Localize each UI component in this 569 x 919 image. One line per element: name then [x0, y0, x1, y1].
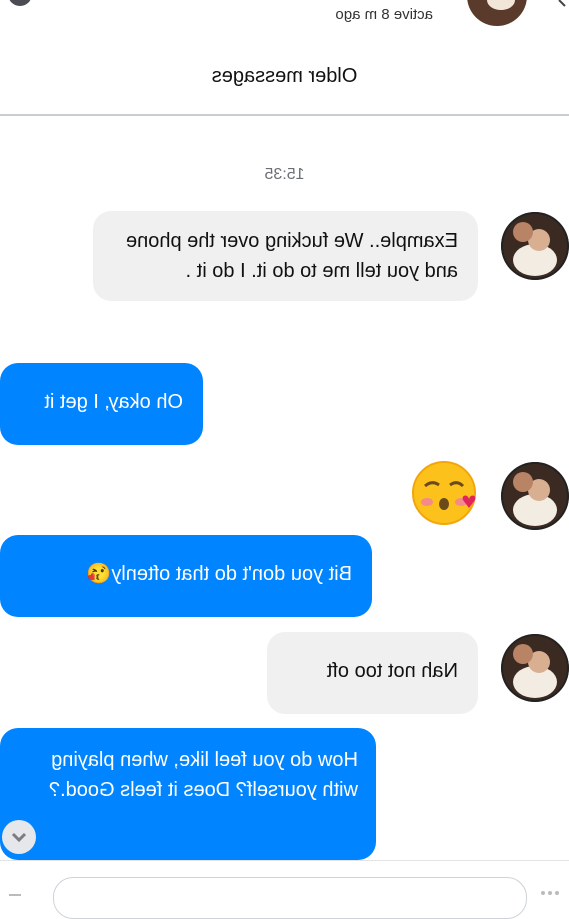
- mirrored-view: active 8 m ago Older messages 15:35 Exam…: [0, 0, 569, 919]
- older-messages-link[interactable]: Older messages: [0, 38, 569, 116]
- sender-avatar[interactable]: [501, 212, 569, 280]
- active-status: active 8 m ago: [335, 6, 433, 23]
- more-options-icon[interactable]: [539, 889, 561, 897]
- message-composer: [0, 860, 569, 919]
- scroll-down-button[interactable]: [2, 820, 36, 854]
- kiss-emoji-icon: [412, 461, 476, 525]
- message-text: Bit you don't do that oftenly😘: [86, 563, 352, 585]
- incoming-message[interactable]: Nah not too oft: [267, 632, 478, 714]
- message-timestamp: 15:35: [264, 166, 305, 183]
- message-text: Nah not too oft: [326, 660, 458, 682]
- incoming-message[interactable]: Example.. We fucking over the phone and …: [93, 211, 478, 301]
- chat-header: active 8 m ago: [0, 0, 569, 39]
- add-icon[interactable]: [7, 891, 23, 899]
- message-input[interactable]: [53, 877, 527, 919]
- outgoing-message[interactable]: Oh okay, I get it: [0, 363, 203, 445]
- outgoing-message[interactable]: Bit you don't do that oftenly😘: [0, 535, 372, 617]
- message-text: How do you feel like, when playing with …: [48, 749, 358, 801]
- gear-icon[interactable]: [5, 0, 35, 14]
- header-avatar[interactable]: [465, 0, 529, 26]
- message-text: Oh okay, I get it: [44, 391, 183, 413]
- back-arrow-icon[interactable]: [555, 0, 569, 14]
- older-messages-label: Older messages: [211, 65, 358, 87]
- sender-avatar[interactable]: [501, 462, 569, 530]
- outgoing-message[interactable]: How do you feel like, when playing with …: [0, 728, 376, 860]
- message-text: Example.. We fucking over the phone and …: [125, 230, 458, 282]
- sender-avatar[interactable]: [501, 634, 569, 702]
